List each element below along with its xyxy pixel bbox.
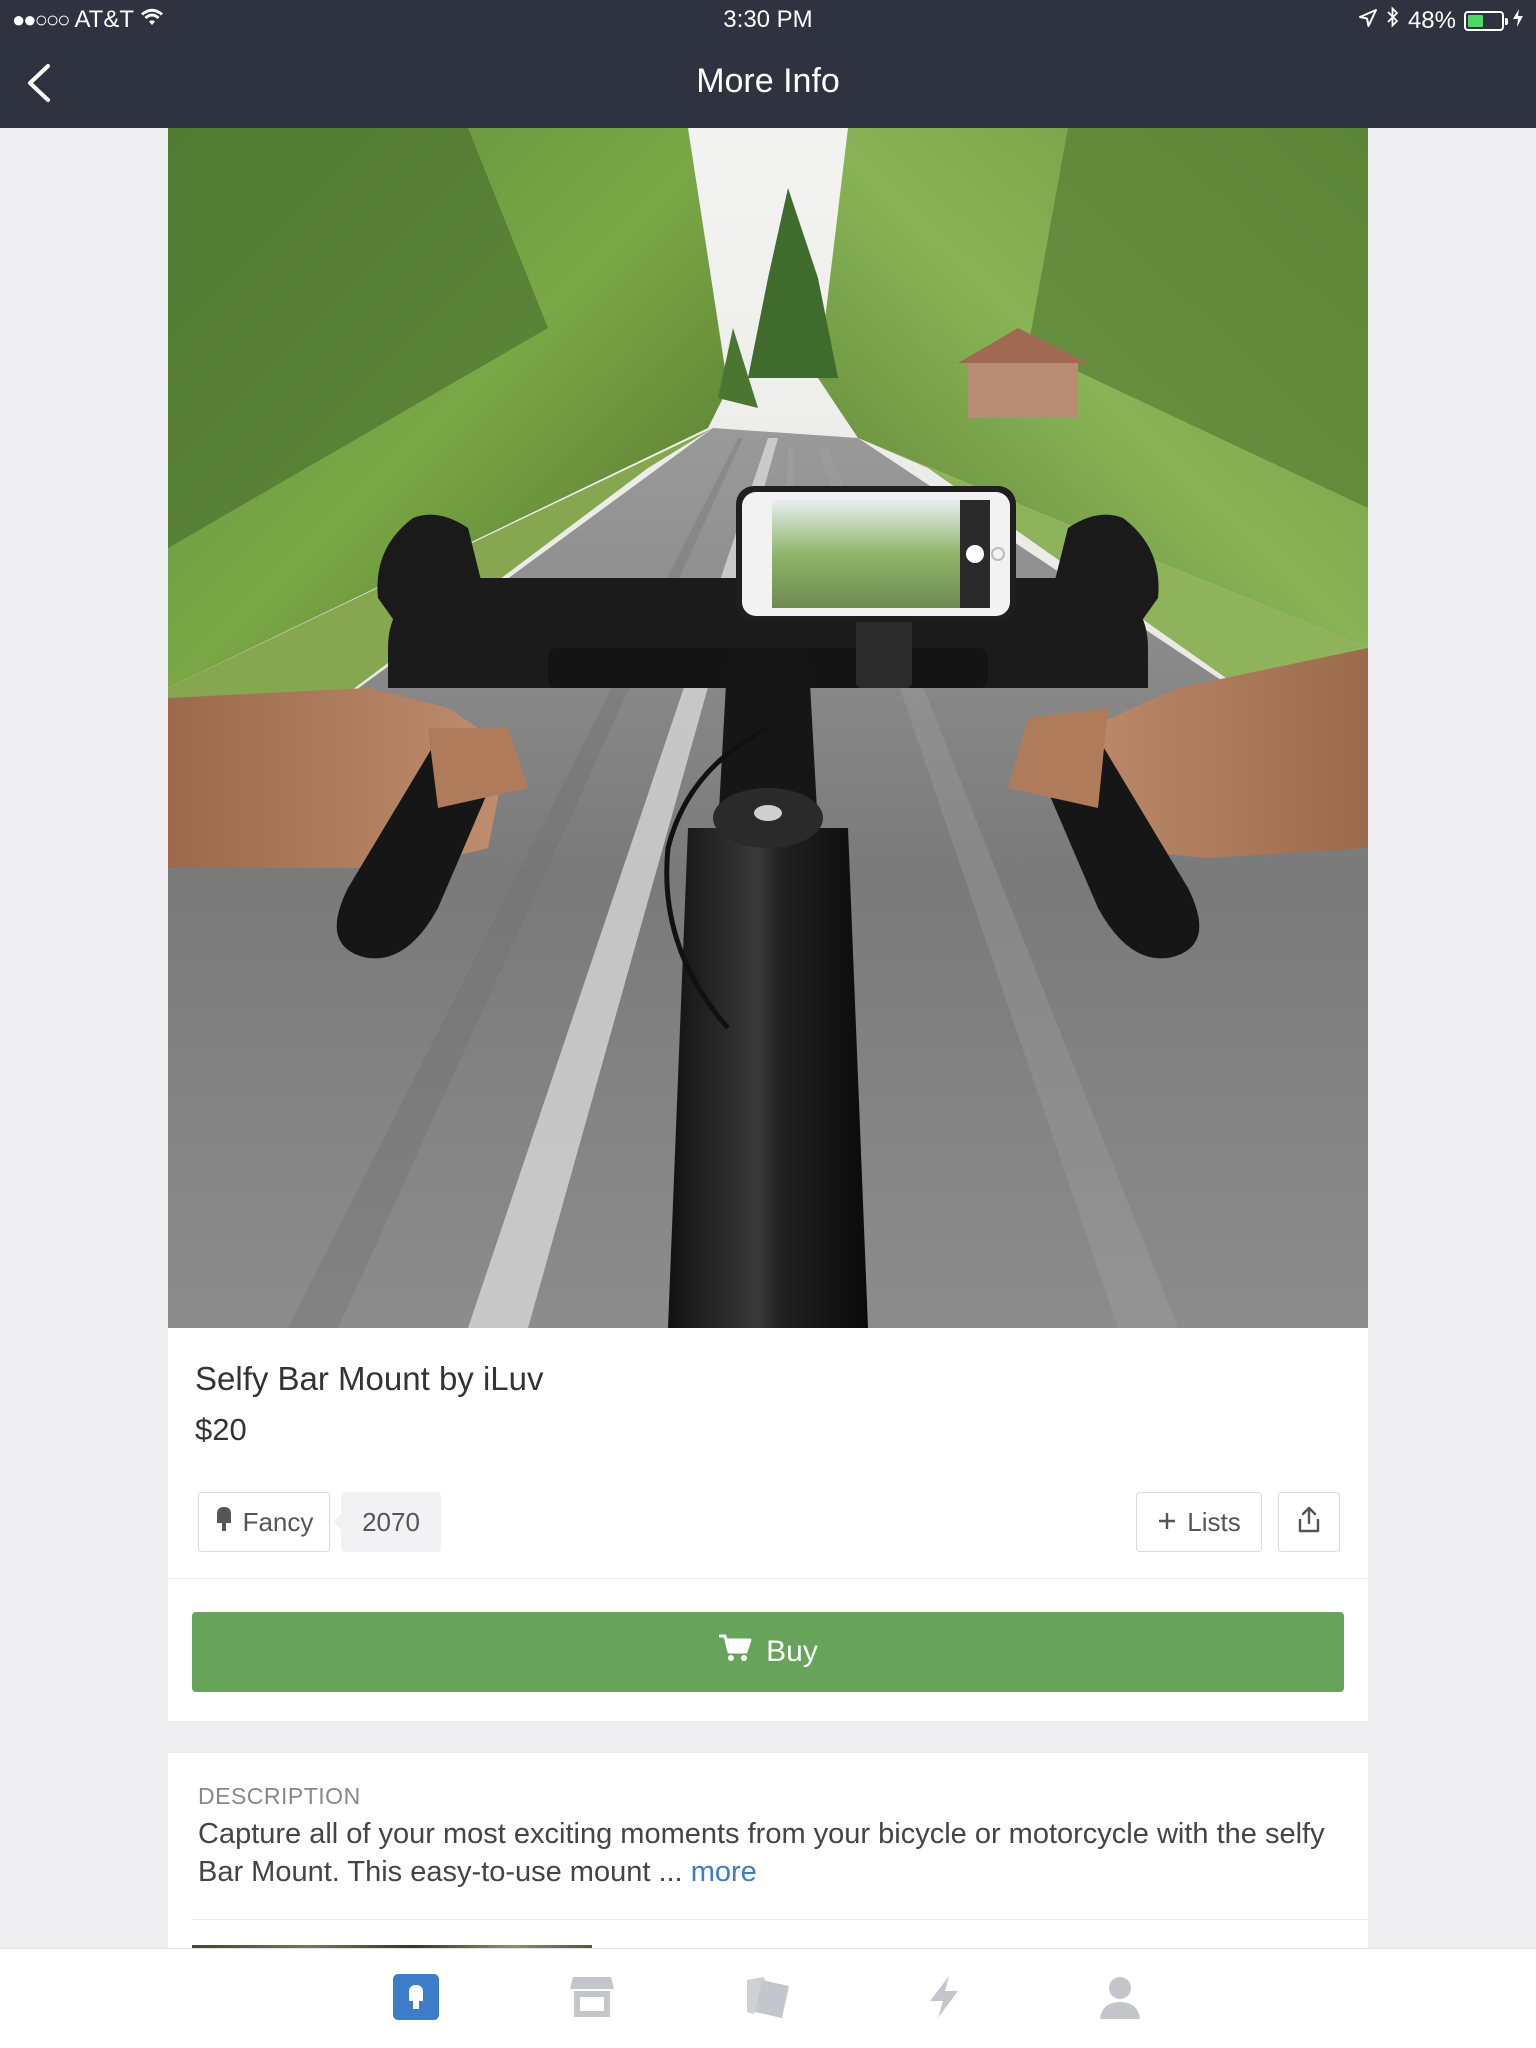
product-image[interactable]	[168, 128, 1368, 1328]
battery-icon	[1464, 10, 1508, 31]
status-time: 3:30 PM	[723, 6, 813, 33]
status-right: 48%	[1358, 6, 1524, 35]
fancy-button[interactable]: Fancy	[198, 1492, 330, 1552]
tab-profile[interactable]	[1092, 1971, 1148, 2027]
plus-icon	[1157, 1507, 1177, 1538]
description-heading: DESCRIPTION	[198, 1783, 361, 1809]
bike-road-photo	[168, 128, 1368, 1328]
product-price: $20	[195, 1412, 247, 1447]
location-arrow-icon	[1358, 7, 1378, 35]
buy-label: Buy	[766, 1635, 818, 1668]
tab-store[interactable]	[564, 1971, 620, 2027]
share-button[interactable]	[1278, 1492, 1340, 1552]
product-card: Selfy Bar Mount by iLuv $20 Fancy 2070 L…	[168, 128, 1368, 1721]
cards-icon	[744, 1974, 792, 2025]
fancy-tag-icon	[393, 1973, 439, 2025]
description-card: DESCRIPTION Capture all of your most exc…	[168, 1753, 1368, 1953]
buy-button[interactable]: Buy	[192, 1612, 1344, 1692]
tab-bar	[0, 1948, 1536, 2048]
fancy-count: 2070	[333, 1492, 441, 1552]
tab-fancy[interactable]	[388, 1971, 444, 2027]
tab-cards[interactable]	[740, 1971, 796, 2027]
product-title: Selfy Bar Mount by iLuv	[195, 1360, 544, 1397]
fancy-tag-icon	[215, 1505, 233, 1540]
top-bar: ●●○○○ AT&T 3:30 PM 48% More Info	[0, 0, 1536, 128]
more-link[interactable]: more	[691, 1856, 757, 1888]
fancy-label: Fancy	[242, 1506, 314, 1537]
person-icon	[1098, 1975, 1142, 2024]
description-body: Capture all of your most exciting moment…	[198, 1818, 1325, 1888]
battery-fill	[1468, 14, 1484, 27]
battery-tip	[1505, 17, 1508, 25]
store-icon	[569, 1975, 615, 2024]
divider	[168, 1578, 1368, 1579]
add-to-lists-button[interactable]: Lists	[1136, 1492, 1262, 1552]
cart-icon	[718, 1633, 752, 1671]
share-icon	[1296, 1506, 1322, 1539]
lightning-icon	[927, 1975, 961, 2024]
page-title: More Info	[696, 62, 840, 100]
battery-percent: 48%	[1407, 6, 1456, 34]
tab-activity[interactable]	[916, 1971, 972, 2027]
status-bar: ●●○○○ AT&T 3:30 PM 48%	[0, 0, 1536, 42]
bluetooth-icon	[1386, 6, 1400, 35]
charging-icon	[1512, 7, 1524, 35]
divider	[192, 1919, 1368, 1920]
description-text: Capture all of your most exciting moment…	[198, 1815, 1338, 1891]
lists-label: Lists	[1187, 1506, 1241, 1537]
